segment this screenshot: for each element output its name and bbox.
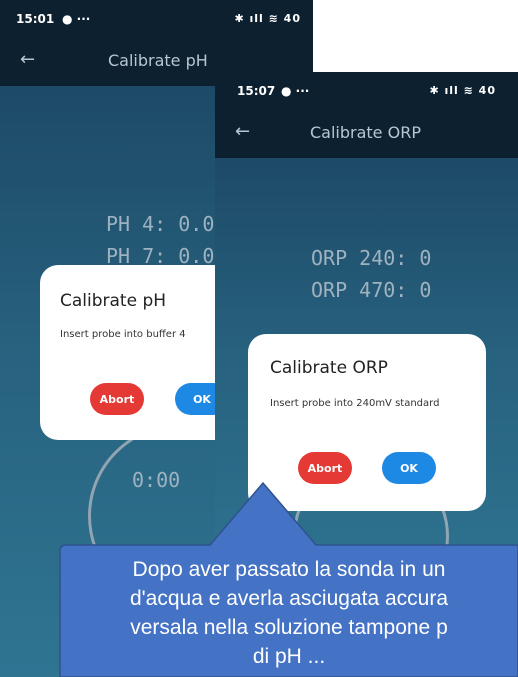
callout-line: versala nella soluzione tampone p [130, 616, 448, 639]
status-icons: ✱ ıll ≋ 40 [234, 12, 301, 25]
status-time: 15:01 [16, 12, 55, 26]
ok-button[interactable]: OK [382, 452, 436, 484]
calibrate-ph-dialog: Calibrate pH Insert probe into buffer 4 … [40, 265, 240, 440]
notification-icons: ● ··· [62, 12, 91, 26]
page-title: Calibrate pH [108, 51, 208, 70]
calibrate-orp-dialog: Calibrate ORP Insert probe into 240mV st… [248, 334, 486, 511]
abort-button[interactable]: Abort [298, 452, 352, 484]
dialog-message: Insert probe into buffer 4 [60, 329, 186, 340]
dialog-message: Insert probe into 240mV standard [270, 398, 440, 409]
callout-line: Dopo aver passato la sonda in un [132, 558, 446, 581]
reading-orp470: ORP 470: 0 [311, 278, 432, 302]
app-bar: ← Calibrate ORP [215, 108, 518, 158]
abort-button[interactable]: Abort [90, 383, 144, 415]
status-icons: ✱ ıll ≋ 40 [429, 84, 496, 97]
dialog-title: Calibrate ORP [270, 358, 388, 378]
status-bar: 15:01 ● ··· ✱ ıll ≋ 40 [0, 0, 313, 36]
reading-ph4: PH 4: 0.00 [106, 212, 227, 236]
reading-orp240: ORP 240: 0 [311, 246, 432, 270]
back-arrow-icon[interactable]: ← [235, 121, 250, 142]
callout-text: Dopo aver passato la sonda in un d'acqua… [60, 555, 518, 671]
status-bar: 15:07 ● ··· ✱ ıll ≋ 40 [215, 72, 518, 108]
notification-icons: ● ··· [281, 84, 310, 98]
back-arrow-icon[interactable]: ← [20, 49, 35, 70]
status-time: 15:07 [237, 84, 276, 98]
callout-line: d'acqua e averla asciugata accura [129, 587, 449, 610]
dialog-title: Calibrate pH [60, 291, 167, 311]
callout-line: di pH ... [252, 645, 326, 668]
timer-value: 0:00 [132, 468, 181, 492]
page-title: Calibrate ORP [310, 123, 421, 142]
screenshot-calibrate-orp: 15:07 ● ··· ✱ ıll ≋ 40 ← Calibrate ORP O… [215, 72, 518, 605]
